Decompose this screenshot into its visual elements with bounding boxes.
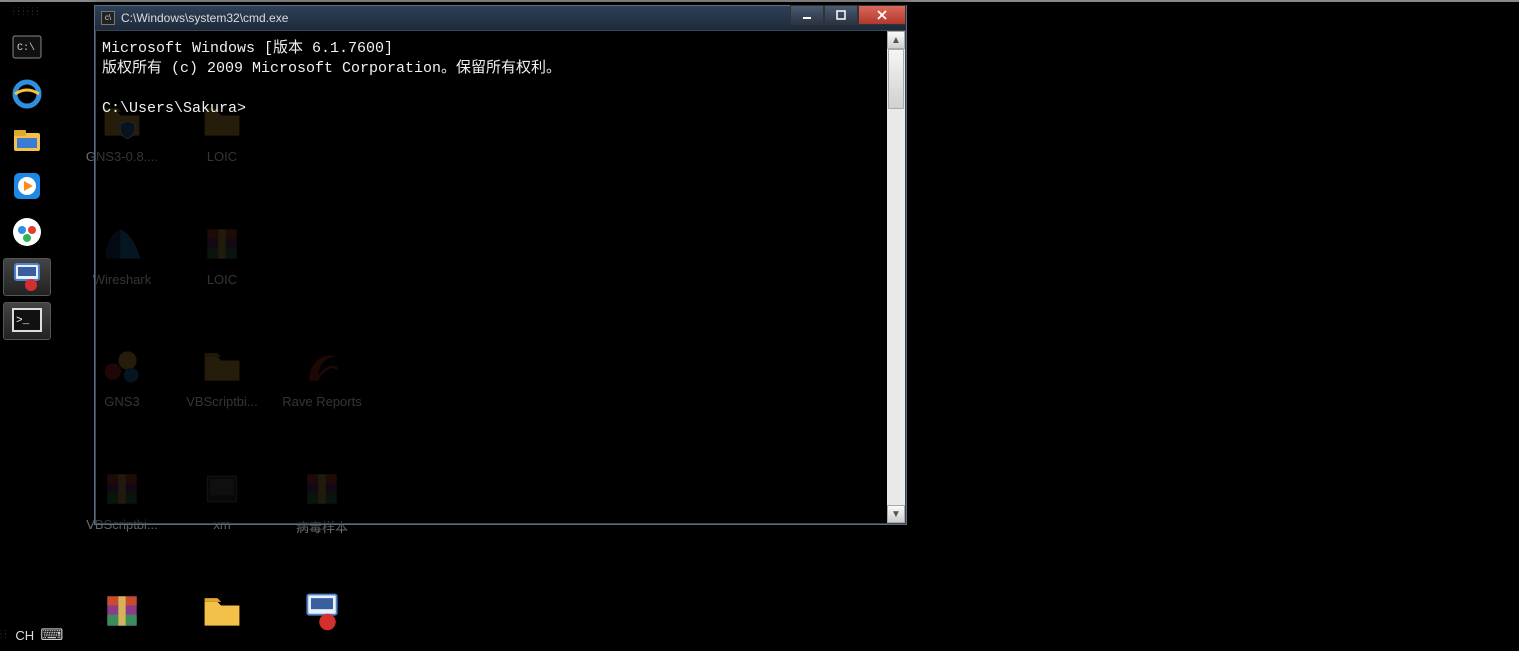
wmplayer-taskbtn[interactable]: [7, 166, 47, 206]
cmd-output[interactable]: Microsoft Windows [版本 6.1.7600] 版权所有 (c)…: [96, 31, 887, 523]
taskbar: :::::::::::: C:\ >_ :::::::: CH ⌨: [0, 2, 54, 651]
cmd-taskbtn[interactable]: C:\: [7, 28, 47, 68]
archive-extra-icon[interactable]: [74, 587, 170, 639]
language-label: CH: [15, 628, 34, 643]
ie-taskbtn[interactable]: [7, 74, 47, 114]
recorder-icon: [298, 587, 346, 635]
cmd-window[interactable]: c\ C:\Windows\system32\cmd.exe Microsoft…: [94, 5, 907, 525]
window-controls: [790, 5, 906, 27]
cmd-title-icon: c\: [101, 11, 115, 25]
terminal-taskbtn[interactable]: >_: [3, 302, 51, 340]
maximize-button[interactable]: [824, 5, 858, 25]
cmd-scrollbar[interactable]: ▲ ▼: [887, 31, 905, 523]
baidu-cloud-taskbtn[interactable]: [7, 212, 47, 252]
close-button[interactable]: [858, 5, 906, 25]
folder-icon: [198, 587, 246, 635]
explorer-taskbtn[interactable]: [7, 120, 47, 160]
scroll-thumb[interactable]: [888, 49, 904, 109]
minimize-button[interactable]: [790, 5, 824, 25]
archive-icon: [98, 587, 146, 635]
scroll-up-icon[interactable]: ▲: [887, 31, 905, 49]
langbar-grip-icon: ::::::::: [0, 631, 9, 639]
svg-text:C:\: C:\: [17, 42, 35, 54]
folder-extra-icon[interactable]: [174, 587, 270, 639]
recorder-taskbtn[interactable]: [3, 258, 51, 296]
cmd-title-text: C:\Windows\system32\cmd.exe: [121, 11, 288, 25]
cmd-titlebar[interactable]: c\ C:\Windows\system32\cmd.exe: [95, 6, 906, 30]
recorder-extra-icon[interactable]: [274, 587, 370, 639]
svg-text:>_: >_: [16, 315, 30, 327]
cmd-body: Microsoft Windows [版本 6.1.7600] 版权所有 (c)…: [95, 30, 906, 524]
taskbar-grip-icon: ::::::::::::: [13, 6, 41, 22]
scroll-down-icon[interactable]: ▼: [887, 505, 905, 523]
